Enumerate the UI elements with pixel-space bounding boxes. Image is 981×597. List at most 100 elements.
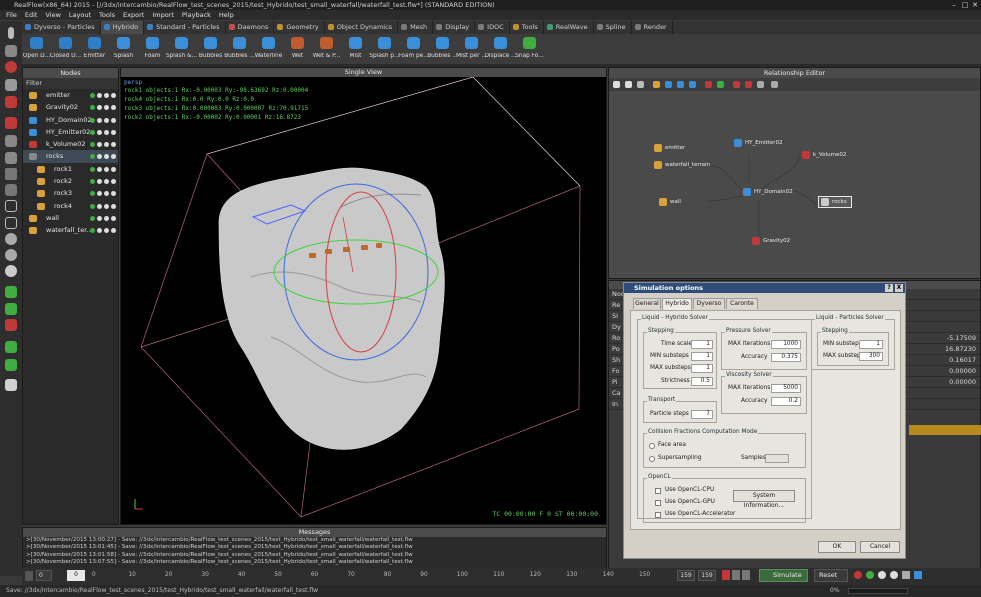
tab-general[interactable]: General xyxy=(633,298,661,309)
shelf-tool-button[interactable]: Foam pe... xyxy=(398,34,429,64)
sphere-icon[interactable] xyxy=(5,249,17,261)
node-item[interactable]: emitter xyxy=(23,89,118,101)
pressure-accuracy-field[interactable]: 0.375 xyxy=(771,353,801,362)
ok-button[interactable]: OK xyxy=(818,541,856,553)
menu-item[interactable]: Edit xyxy=(25,10,38,20)
node-toggle[interactable] xyxy=(111,154,116,160)
node-item[interactable]: HY_Domain02 xyxy=(23,114,118,126)
shelf-tab[interactable]: Daemons xyxy=(226,21,275,34)
node-toggle[interactable] xyxy=(90,203,95,209)
node-toggle[interactable] xyxy=(111,203,116,209)
node-toggle[interactable] xyxy=(97,191,102,197)
select-tool-icon[interactable] xyxy=(8,27,14,39)
opencl-gpu-checkbox[interactable] xyxy=(655,500,661,506)
timeline-menu-icon[interactable] xyxy=(25,571,33,581)
node-item[interactable]: Gravity02 xyxy=(23,101,118,113)
node-toggle[interactable] xyxy=(104,166,109,172)
node-item[interactable]: waterfall_ter... xyxy=(23,224,118,236)
viscosity-accuracy-field[interactable]: 0.2 xyxy=(771,397,801,406)
node-item[interactable]: rock4 xyxy=(23,200,118,212)
tab-hybrido[interactable]: Hybrido xyxy=(662,298,692,310)
red-pen-icon[interactable] xyxy=(5,319,17,331)
node-toggle[interactable] xyxy=(90,154,95,160)
node-toggle[interactable] xyxy=(104,105,109,111)
shelf-tool-button[interactable]: Splash &... xyxy=(166,34,197,64)
system-information-button[interactable]: System Information... xyxy=(733,490,795,509)
node-item[interactable]: rock1 xyxy=(23,163,118,175)
node-toggle[interactable] xyxy=(111,228,116,234)
shelf-tool-button[interactable]: Mist per ... xyxy=(456,34,487,64)
graph-node-hy-domain02[interactable]: HY_Domain02 xyxy=(743,187,793,197)
node-toggle[interactable] xyxy=(97,105,102,111)
node-toggle[interactable] xyxy=(111,93,116,98)
shelf-tool-button[interactable]: Bubbles ... xyxy=(224,34,255,64)
node-toggle[interactable] xyxy=(97,117,102,123)
node-item[interactable]: rock2 xyxy=(23,175,118,187)
grid-icon[interactable] xyxy=(5,184,17,196)
rotate-tool-icon[interactable] xyxy=(5,61,17,73)
node-toggle[interactable] xyxy=(97,215,102,221)
graph-node-wall[interactable]: wall xyxy=(659,197,681,207)
link-tool-icon[interactable] xyxy=(5,117,17,129)
shelf-tab[interactable]: Mesh xyxy=(398,21,434,34)
step-icon[interactable] xyxy=(732,570,740,580)
gear-icon[interactable] xyxy=(890,571,898,579)
face-area-radio[interactable] xyxy=(649,443,655,449)
node-toggle[interactable] xyxy=(97,228,102,234)
menu-item[interactable]: Help xyxy=(219,10,234,20)
shelf-tool-button[interactable]: Bubbles ... xyxy=(427,34,458,64)
cache-icon[interactable] xyxy=(866,571,874,579)
node-toggle[interactable] xyxy=(97,179,102,185)
shelf-tool-button[interactable]: Closed D... xyxy=(50,34,81,64)
minimize-button[interactable]: – xyxy=(950,1,958,9)
stop-icon[interactable] xyxy=(722,570,730,580)
record-icon[interactable] xyxy=(854,571,862,579)
node-toggle[interactable] xyxy=(111,215,116,221)
node-toggle[interactable] xyxy=(104,215,109,221)
single-view-viewport[interactable]: Single View persp rock1 objects:1 Rx:-0.… xyxy=(120,67,607,525)
render-icon[interactable] xyxy=(914,571,922,579)
menu-item[interactable]: Tools xyxy=(99,10,115,20)
node-toggle[interactable] xyxy=(97,93,102,98)
node-toggle[interactable] xyxy=(104,117,109,123)
camera-tool-icon[interactable] xyxy=(5,96,17,108)
node-toggle[interactable] xyxy=(90,105,95,111)
node-toggle[interactable] xyxy=(104,142,109,148)
particles-min-substeps-field[interactable]: 1 xyxy=(859,340,883,349)
shelf-tab[interactable]: Standard - Particles xyxy=(144,21,226,34)
shelf-tab[interactable]: Dyverso - Particles xyxy=(22,21,101,34)
camera-icon[interactable] xyxy=(902,571,910,579)
dialog-close-button[interactable]: X xyxy=(895,284,903,292)
start-frame-field[interactable]: 0 xyxy=(36,570,52,581)
graph-node-waterfall-terrain[interactable]: waterfall_terrain xyxy=(654,160,710,170)
node-toggle[interactable] xyxy=(97,166,102,172)
shelf-tool-button[interactable]: Wet & P... xyxy=(312,34,341,64)
node-toggle[interactable] xyxy=(90,142,95,148)
shelf-tab[interactable]: Display xyxy=(433,21,476,34)
menu-item[interactable]: Layout xyxy=(69,10,91,20)
cube-wire-icon[interactable] xyxy=(5,217,17,229)
graph-node-gravity02[interactable]: Gravity02 xyxy=(752,236,790,246)
menu-item[interactable]: View xyxy=(45,10,60,20)
min-substeps-field[interactable]: 1 xyxy=(691,352,713,361)
reset-button[interactable]: Reset xyxy=(814,569,848,582)
end-frame-field[interactable]: 159 xyxy=(677,570,695,581)
scale-tool-icon[interactable] xyxy=(5,79,17,91)
node-toggle[interactable] xyxy=(111,129,116,135)
shelf-tool-button[interactable]: Waterline xyxy=(254,34,283,64)
shelf-tab[interactable]: Render xyxy=(632,21,673,34)
simulate-button[interactable]: Simulate xyxy=(759,569,808,582)
cancel-button[interactable]: Cancel xyxy=(860,541,900,553)
particle-steps-field[interactable]: 7 xyxy=(691,410,713,419)
opencl-cpu-checkbox[interactable] xyxy=(655,488,661,494)
node-toggle[interactable] xyxy=(111,117,116,123)
node-toggle[interactable] xyxy=(97,203,102,209)
shelf-tab[interactable]: IDOC xyxy=(475,21,510,34)
node-item[interactable]: rocks xyxy=(23,150,118,163)
graph-node-k-volume02[interactable]: k_Volume02 xyxy=(802,150,846,160)
graph-node-hy-emitter02[interactable]: HY_Emitter02 xyxy=(734,138,783,148)
green-brush-icon[interactable] xyxy=(5,286,17,298)
shelf-tool-button[interactable]: Wet xyxy=(283,34,312,64)
node-toggle[interactable] xyxy=(104,93,109,98)
menu-item[interactable]: File xyxy=(6,10,17,20)
